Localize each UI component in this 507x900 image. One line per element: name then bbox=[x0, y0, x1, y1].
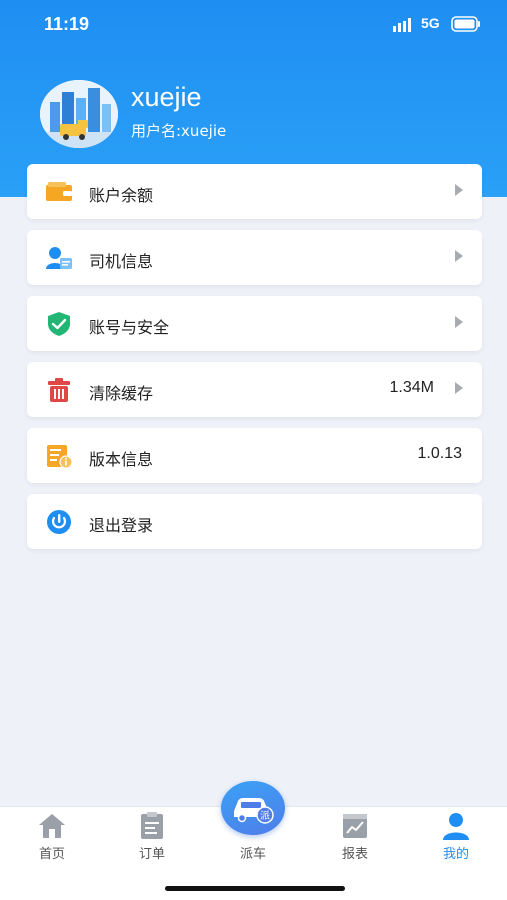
tab-orders[interactable]: 订单 bbox=[112, 807, 192, 867]
menu-item-label: 账号与安全 bbox=[89, 318, 170, 337]
menu-item-account-balance[interactable]: 账户余额 bbox=[27, 164, 482, 219]
dispatch-badge-text: 派 bbox=[260, 810, 270, 822]
version-value: 1.0.13 bbox=[417, 445, 462, 462]
tab-label: 报表 bbox=[341, 847, 368, 862]
profile-icon bbox=[443, 813, 469, 840]
dispatch-car-icon: 派 bbox=[234, 798, 274, 824]
report-icon bbox=[343, 814, 367, 838]
username-subtitle: 用户名:xuejie bbox=[131, 122, 227, 140]
tab-mine[interactable]: 我的 bbox=[416, 807, 496, 867]
tab-home[interactable]: 首页 bbox=[12, 807, 92, 867]
tab-label: 我的 bbox=[442, 847, 469, 862]
tab-label: 订单 bbox=[138, 847, 165, 862]
tab-label: 派车 bbox=[239, 847, 266, 862]
menu-item-label: 清除缓存 bbox=[89, 384, 154, 403]
status-bar: 11:19 5G bbox=[0, 0, 507, 48]
tab-label: 首页 bbox=[38, 847, 65, 862]
driver-info-icon bbox=[46, 247, 72, 269]
menu-item-logout[interactable]: 退出登录 bbox=[27, 494, 482, 549]
signal-icon bbox=[393, 18, 411, 32]
menu-item-label: 账户余额 bbox=[89, 186, 154, 205]
menu-item-driver-info[interactable]: 司机信息 bbox=[27, 230, 482, 285]
chevron-right-icon bbox=[455, 184, 463, 196]
logout-icon bbox=[47, 510, 71, 534]
battery-icon bbox=[451, 16, 480, 32]
avatar-city-icon bbox=[40, 80, 118, 148]
trash-icon bbox=[48, 378, 70, 402]
chevron-right-icon bbox=[455, 250, 463, 262]
menu-item-version-info[interactable]: 版本信息 1.0.13 bbox=[27, 428, 482, 483]
version-info-icon bbox=[47, 445, 73, 469]
menu-item-label: 版本信息 bbox=[89, 450, 154, 469]
chevron-right-icon bbox=[455, 382, 463, 394]
tab-reports[interactable]: 报表 bbox=[315, 807, 395, 867]
network-label: 5G bbox=[421, 15, 440, 31]
dispatch-button[interactable]: 派 bbox=[221, 781, 285, 835]
wallet-icon bbox=[46, 182, 72, 201]
status-time: 11:19 bbox=[44, 14, 90, 34]
menu-item-clear-cache[interactable]: 清除缓存 1.34M bbox=[27, 362, 482, 417]
chevron-right-icon bbox=[455, 316, 463, 328]
home-icon bbox=[39, 814, 65, 838]
menu-item-label: 司机信息 bbox=[89, 252, 154, 271]
avatar[interactable] bbox=[40, 80, 118, 148]
menu-item-label: 退出登录 bbox=[89, 516, 154, 535]
cache-size-value: 1.34M bbox=[389, 379, 434, 396]
home-indicator bbox=[165, 886, 345, 891]
order-icon bbox=[141, 812, 163, 839]
username: xuejie bbox=[131, 82, 202, 112]
menu-item-account-security[interactable]: 账号与安全 bbox=[27, 296, 482, 351]
shield-check-icon bbox=[48, 312, 70, 336]
tab-dispatch[interactable]: 派 派车 bbox=[213, 781, 293, 867]
